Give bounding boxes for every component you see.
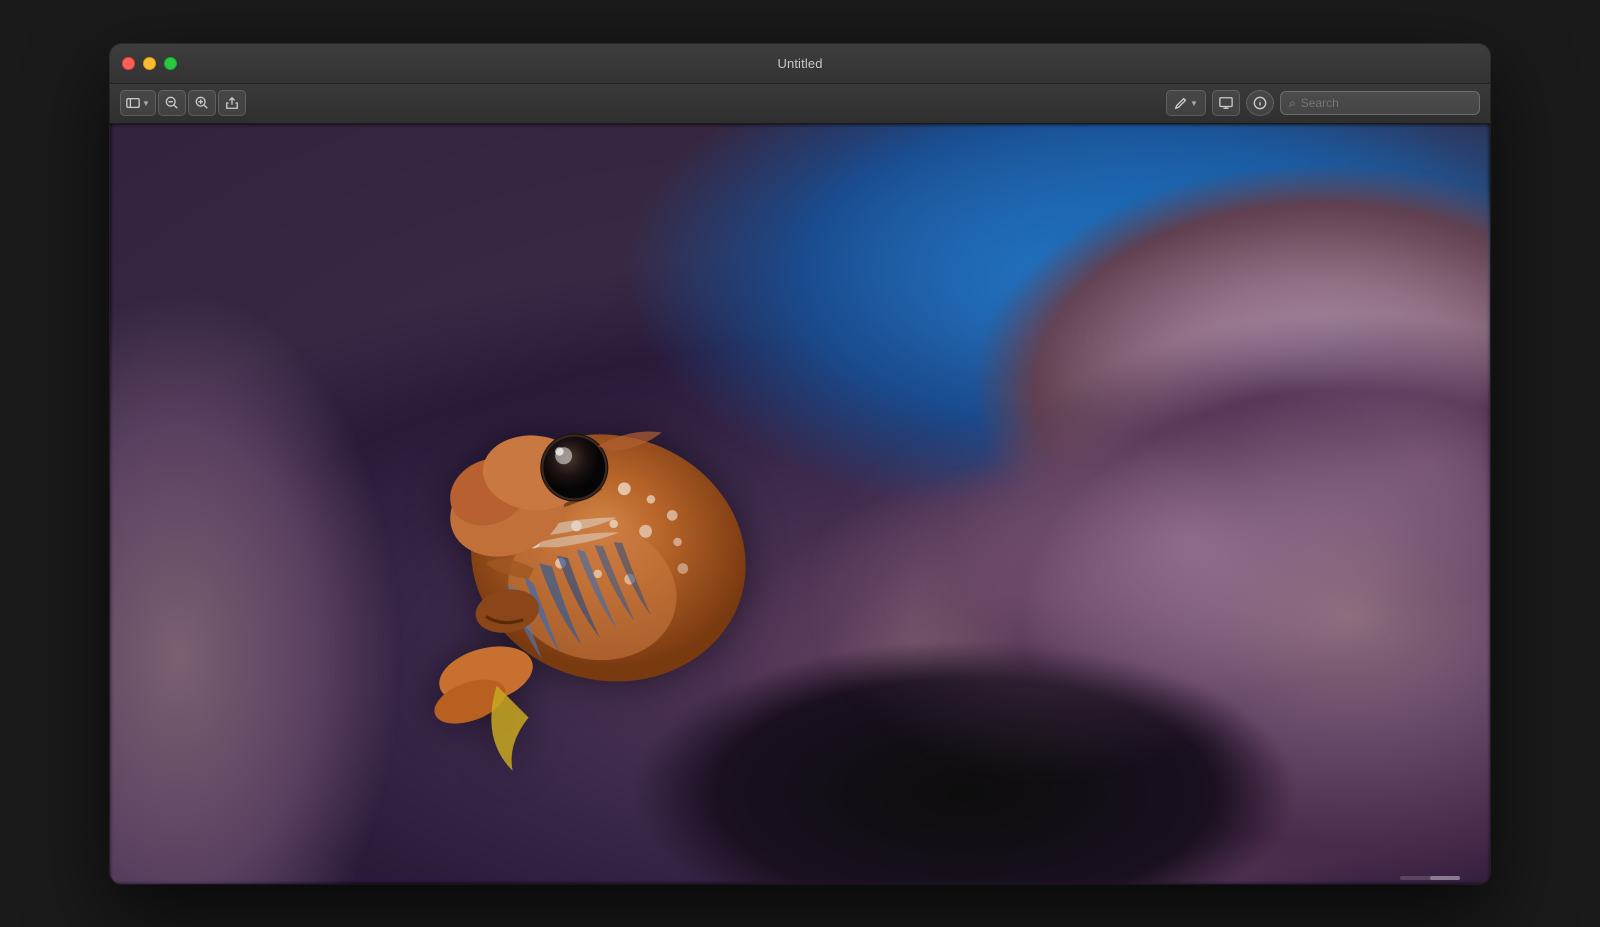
search-input[interactable] <box>1301 96 1461 110</box>
sidebar-icon <box>126 96 140 110</box>
fish-scene <box>110 124 1490 884</box>
image-area <box>110 124 1490 884</box>
share-icon <box>225 96 239 110</box>
window-title: Untitled <box>777 56 822 71</box>
markup-button[interactable]: ▼ <box>1166 90 1206 116</box>
toolbar: ▼ <box>110 84 1490 124</box>
fish-image <box>276 260 856 792</box>
traffic-lights <box>122 57 177 70</box>
chevron-down-icon: ▼ <box>142 99 150 108</box>
toolbar-left: ▼ <box>120 90 1162 116</box>
chevron-down-icon: ▼ <box>1190 99 1198 108</box>
toolbar-right: ▼ ⌕ <box>1166 90 1480 116</box>
info-icon <box>1253 96 1267 110</box>
main-window: Untitled ▼ <box>110 44 1490 884</box>
monitor-icon <box>1219 96 1233 110</box>
minimize-button[interactable] <box>143 57 156 70</box>
zoom-in-button[interactable] <box>188 90 216 116</box>
zoom-in-icon <box>195 96 209 110</box>
zoom-out-button[interactable] <box>158 90 186 116</box>
share-button[interactable] <box>218 90 246 116</box>
search-field[interactable]: ⌕ <box>1280 91 1480 115</box>
zoom-out-icon <box>165 96 179 110</box>
search-icon: ⌕ <box>1289 96 1296 111</box>
titlebar: Untitled <box>110 44 1490 84</box>
scrollbar-horizontal[interactable] <box>1400 876 1460 880</box>
sidebar-toggle-button[interactable]: ▼ <box>120 90 156 116</box>
fish-container <box>276 260 856 792</box>
close-button[interactable] <box>122 57 135 70</box>
maximize-button[interactable] <box>164 57 177 70</box>
display-button[interactable] <box>1212 90 1240 116</box>
pen-icon <box>1174 96 1188 110</box>
scrollbar-thumb <box>1430 876 1460 880</box>
info-button[interactable] <box>1246 90 1274 116</box>
